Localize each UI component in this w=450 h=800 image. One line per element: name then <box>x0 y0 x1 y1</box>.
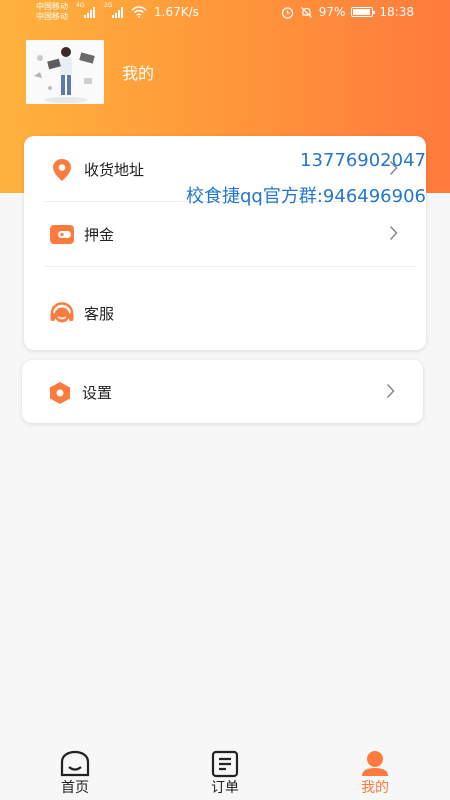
service-qq-group[interactable]: 校食捷qq官方群:946496906 <box>186 182 426 208</box>
avatar[interactable] <box>26 40 104 104</box>
alarm-icon <box>281 6 293 19</box>
profile-title: 我的 <box>122 64 155 83</box>
network-speed: 1.67K/s <box>154 5 199 19</box>
chevron-right-icon <box>386 383 395 399</box>
carrier-1: 中国移动 <box>36 2 68 11</box>
tab-home[interactable]: 首页 <box>30 742 120 800</box>
signal-icon-2 <box>112 6 123 18</box>
location-pin-icon <box>53 159 71 181</box>
clock: 18:38 <box>379 5 414 19</box>
tab-home-label: 首页 <box>61 780 89 796</box>
status-right: 97% 18:38 <box>281 5 414 19</box>
tab-bar: 首页 订单 我的 <box>0 742 450 800</box>
tab-orders-label: 订单 <box>211 780 239 796</box>
settings-label: 设置 <box>82 384 113 402</box>
chevron-right-icon <box>389 225 398 241</box>
orders-icon <box>211 750 239 778</box>
tab-me[interactable]: 我的 <box>330 742 420 800</box>
address-label: 收货地址 <box>84 161 145 179</box>
settings-card[interactable]: 设置 <box>22 360 423 423</box>
deposit-label: 押金 <box>84 226 115 244</box>
home-icon <box>60 750 90 777</box>
battery-icon <box>351 7 376 17</box>
hexagon-settings-icon <box>50 382 70 404</box>
wifi-icon <box>131 6 147 18</box>
illustration-avatar-icon <box>26 40 104 104</box>
service-label: 客服 <box>84 305 115 323</box>
service-phone[interactable]: 13776902047 <box>300 150 426 171</box>
settings-row[interactable]: 设置 <box>22 359 423 424</box>
battery-percent: 97% <box>318 5 346 19</box>
user-icon <box>362 751 388 776</box>
tab-orders[interactable]: 订单 <box>180 742 270 800</box>
carrier-labels: 中国移动 中国移动 <box>36 2 68 22</box>
status-bar: 中国移动 中国移动 4G 2G 1.67K/s 97% 18:38 <box>0 0 450 26</box>
signal-icon <box>84 6 95 18</box>
headset-icon <box>50 302 74 323</box>
divider <box>44 266 416 267</box>
mute-bell-icon <box>300 6 312 18</box>
carrier-2: 中国移动 <box>36 12 68 21</box>
tab-me-label: 我的 <box>361 780 389 796</box>
deposit-row[interactable]: 押金 <box>24 201 426 266</box>
service-row[interactable]: 客服 <box>24 280 426 345</box>
wallet-icon <box>50 225 74 244</box>
